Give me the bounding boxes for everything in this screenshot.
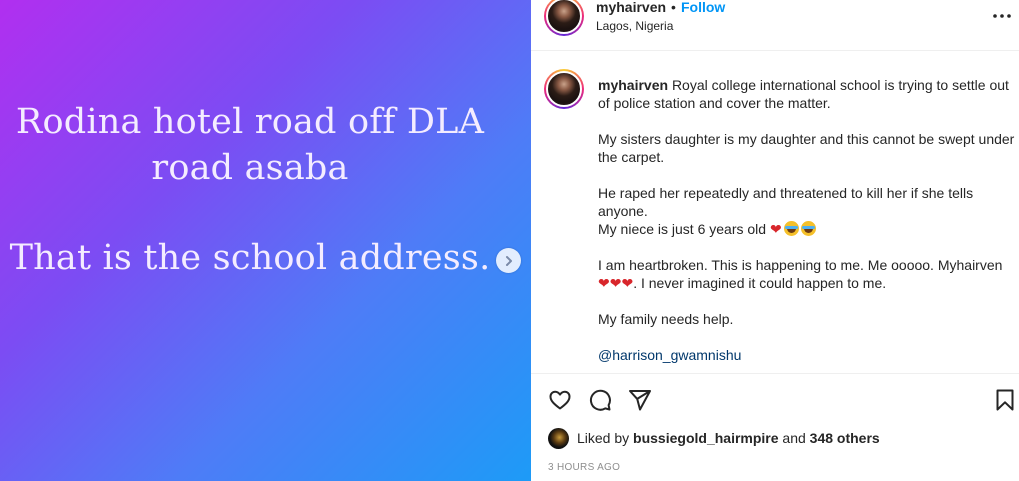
comment-button[interactable]: [588, 388, 612, 412]
caption-paragraph: I am heartbroken. This is happening to m…: [598, 257, 1003, 291]
post-header: myhairven • Follow Lagos, Nigeria: [531, 0, 1019, 51]
crying-face-emoji: [783, 221, 799, 236]
likes-summary: Liked by bussiegold_hairmpire and 348 ot…: [548, 427, 880, 449]
caption-paragraph: My family needs help.: [598, 311, 734, 327]
more-horizontal-icon: [993, 14, 1011, 18]
media-text-line-2: road asaba: [151, 148, 349, 188]
likes-and: and: [782, 430, 806, 446]
media-text-line-1: Rodina hotel road off DLA: [15, 102, 485, 142]
post-media[interactable]: Rodina hotel road off DLA road asaba Tha…: [0, 0, 531, 481]
liker-avatar[interactable]: [548, 427, 569, 449]
separator-dot: •: [671, 0, 676, 15]
caption-paragraph: @harrison_gwamnishu: [598, 346, 1019, 364]
caption-paragraph: myhairven Royal college international sc…: [598, 77, 1009, 111]
crying-face-emoji: [800, 221, 816, 236]
caption-author-avatar[interactable]: [544, 69, 584, 109]
post-timestamp[interactable]: 3 HOURS AGO: [548, 462, 620, 473]
caption-username[interactable]: myhairven: [598, 77, 668, 93]
next-media-button[interactable]: [496, 248, 521, 273]
media-text-line-3: That is the school address.: [9, 238, 491, 278]
mention-link[interactable]: @harrison_gwamnishu: [598, 347, 741, 363]
post-location[interactable]: Lagos, Nigeria: [596, 19, 673, 33]
caption-text: myhairven Royal college international sc…: [598, 76, 1019, 382]
post-caption: myhairven Royal college international sc…: [531, 52, 1019, 374]
bookmark-icon: [996, 389, 1014, 411]
send-icon: [629, 390, 651, 411]
author-username[interactable]: myhairven: [596, 0, 666, 15]
likes-prefix: Liked by: [577, 430, 630, 446]
like-button[interactable]: [548, 388, 572, 412]
heart-emoji: ❤: [598, 275, 610, 291]
heart-emoji: ❤: [609, 275, 622, 291]
liker-username[interactable]: bussiegold_hairmpire: [633, 430, 778, 446]
caption-paragraph: My sisters daughter is my daughter and t…: [598, 131, 1015, 165]
post-sidebar: myhairven • Follow Lagos, Nigeria myhair…: [531, 0, 1019, 481]
action-bar: [531, 382, 1019, 418]
share-button[interactable]: [628, 388, 652, 412]
caption-paragraph: My niece is just 6 years old ❤: [598, 220, 1019, 238]
more-options-button[interactable]: [990, 9, 1014, 23]
chevron-right-icon: [505, 255, 512, 266]
caption-paragraph: He raped her repeatedly and threatened t…: [598, 185, 974, 219]
heart-emoji: ❤: [621, 275, 634, 291]
heart-emoji: ❤: [769, 221, 782, 237]
likes-count-link[interactable]: 348 others: [810, 430, 880, 446]
heart-icon: [549, 390, 571, 410]
follow-button[interactable]: Follow: [681, 0, 725, 15]
comment-icon: [589, 389, 611, 411]
author-avatar[interactable]: [544, 0, 584, 36]
save-button[interactable]: [993, 388, 1017, 412]
